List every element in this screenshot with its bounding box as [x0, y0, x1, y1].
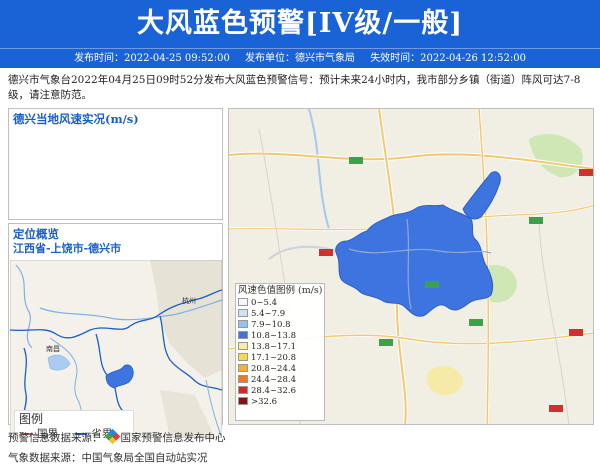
page-title: 大风蓝色预警[IV级/一般] [137, 8, 463, 39]
header-banner: 大风蓝色预警[IV级/一般] [0, 0, 600, 48]
warning-description: 德兴市气象台2022年04月25日09时52分发布大风蓝色预警信号：预计未来24… [8, 74, 581, 101]
main-warning-map[interactable]: 风速色值图例 (m/s) 0~5.4 5.4~7.9 7.9~10.8 10.8~13… [228, 108, 594, 425]
wind-legend-title: 风速色值图例 (m/s) [238, 285, 323, 296]
wind-legend-swatch [238, 298, 248, 306]
wind-legend-swatch [238, 364, 248, 372]
wind-legend-swatch [238, 342, 248, 350]
wind-legend-item: 0~5.4 [236, 298, 324, 309]
warning-source-name: 国家预警信息发布中心 [120, 432, 226, 444]
wind-panel-title: 德兴当地风速实况(m/s) [13, 112, 139, 126]
wind-legend-label: 17.1~20.8 [251, 353, 296, 363]
wind-legend-swatch [238, 386, 248, 394]
wind-legend-label: 24.4~28.4 [251, 375, 296, 385]
location-panel: 定位概览 江西省-上饶市-德兴市 杭州 南昌 图例 国界 省界 [8, 223, 223, 438]
wind-legend-items: 0~5.4 5.4~7.9 7.9~10.8 10.8~13.8 13.8~17.1 17… [236, 298, 324, 408]
expire-time: 失效时间：2022-04-26 12:52:00 [370, 53, 526, 64]
wind-legend-label: 7.9~10.8 [251, 320, 291, 330]
wind-legend-item: 28.4~32.6 [236, 386, 324, 397]
wind-legend-label: 28.4~32.6 [251, 386, 296, 396]
warning-source-label: 预警信息数据来源： [8, 432, 103, 444]
wind-legend-label: 20.8~24.4 [251, 364, 296, 374]
wind-legend-label: 10.8~13.8 [251, 331, 296, 341]
info-bar: 发布时间：2022-04-25 09:52:00 发布单位：德兴市气象局 失效时… [0, 48, 600, 68]
wind-legend-item: 7.9~10.8 [236, 320, 324, 331]
wind-legend-item: 10.8~13.8 [236, 331, 324, 342]
map-label-nanchang: 南昌 [46, 345, 60, 353]
wind-legend-item: >32.6 [236, 397, 324, 408]
wind-legend-item: 5.4~7.9 [236, 309, 324, 320]
wind-legend-item: 24.4~28.4 [236, 375, 324, 386]
wind-legend-item: 20.8~24.4 [236, 364, 324, 375]
wind-legend-swatch [238, 353, 248, 361]
weather-source: 气象数据来源：中国气象局全国自动站实况 [8, 452, 208, 464]
wind-legend-label: 0~5.4 [251, 298, 278, 308]
publisher: 发布单位：德兴市气象局 [245, 53, 355, 64]
wind-legend-label: >32.6 [251, 397, 278, 407]
wind-legend-swatch [238, 397, 248, 405]
location-panel-title: 定位概览 [13, 227, 59, 241]
wind-legend-label: 5.4~7.9 [251, 309, 286, 319]
wind-speed-panel: 德兴当地风速实况(m/s) [8, 108, 223, 220]
wind-legend-swatch [238, 309, 248, 317]
location-path: 江西省-上饶市-德兴市 [13, 242, 122, 255]
warning-center-logo-icon [104, 428, 120, 445]
wind-legend-label: 13.8~17.1 [251, 342, 296, 352]
publish-time: 发布时间：2022-04-25 09:52:00 [74, 53, 230, 64]
overview-map[interactable]: 杭州 南昌 图例 国界 省界 [10, 260, 222, 438]
map-label-hangzhou: 杭州 [182, 297, 196, 305]
wind-color-legend: 风速色值图例 (m/s) 0~5.4 5.4~7.9 7.9~10.8 10.8~13… [235, 283, 325, 421]
wind-legend-swatch [238, 320, 248, 328]
wind-legend-swatch [238, 375, 248, 383]
wind-legend-swatch [238, 331, 248, 339]
warning-source: 预警信息数据来源： 国家预警信息发布中心 [8, 428, 226, 445]
wind-legend-item: 17.1~20.8 [236, 353, 324, 364]
wind-legend-item: 13.8~17.1 [236, 342, 324, 353]
overview-legend-title: 图例 [19, 412, 44, 426]
